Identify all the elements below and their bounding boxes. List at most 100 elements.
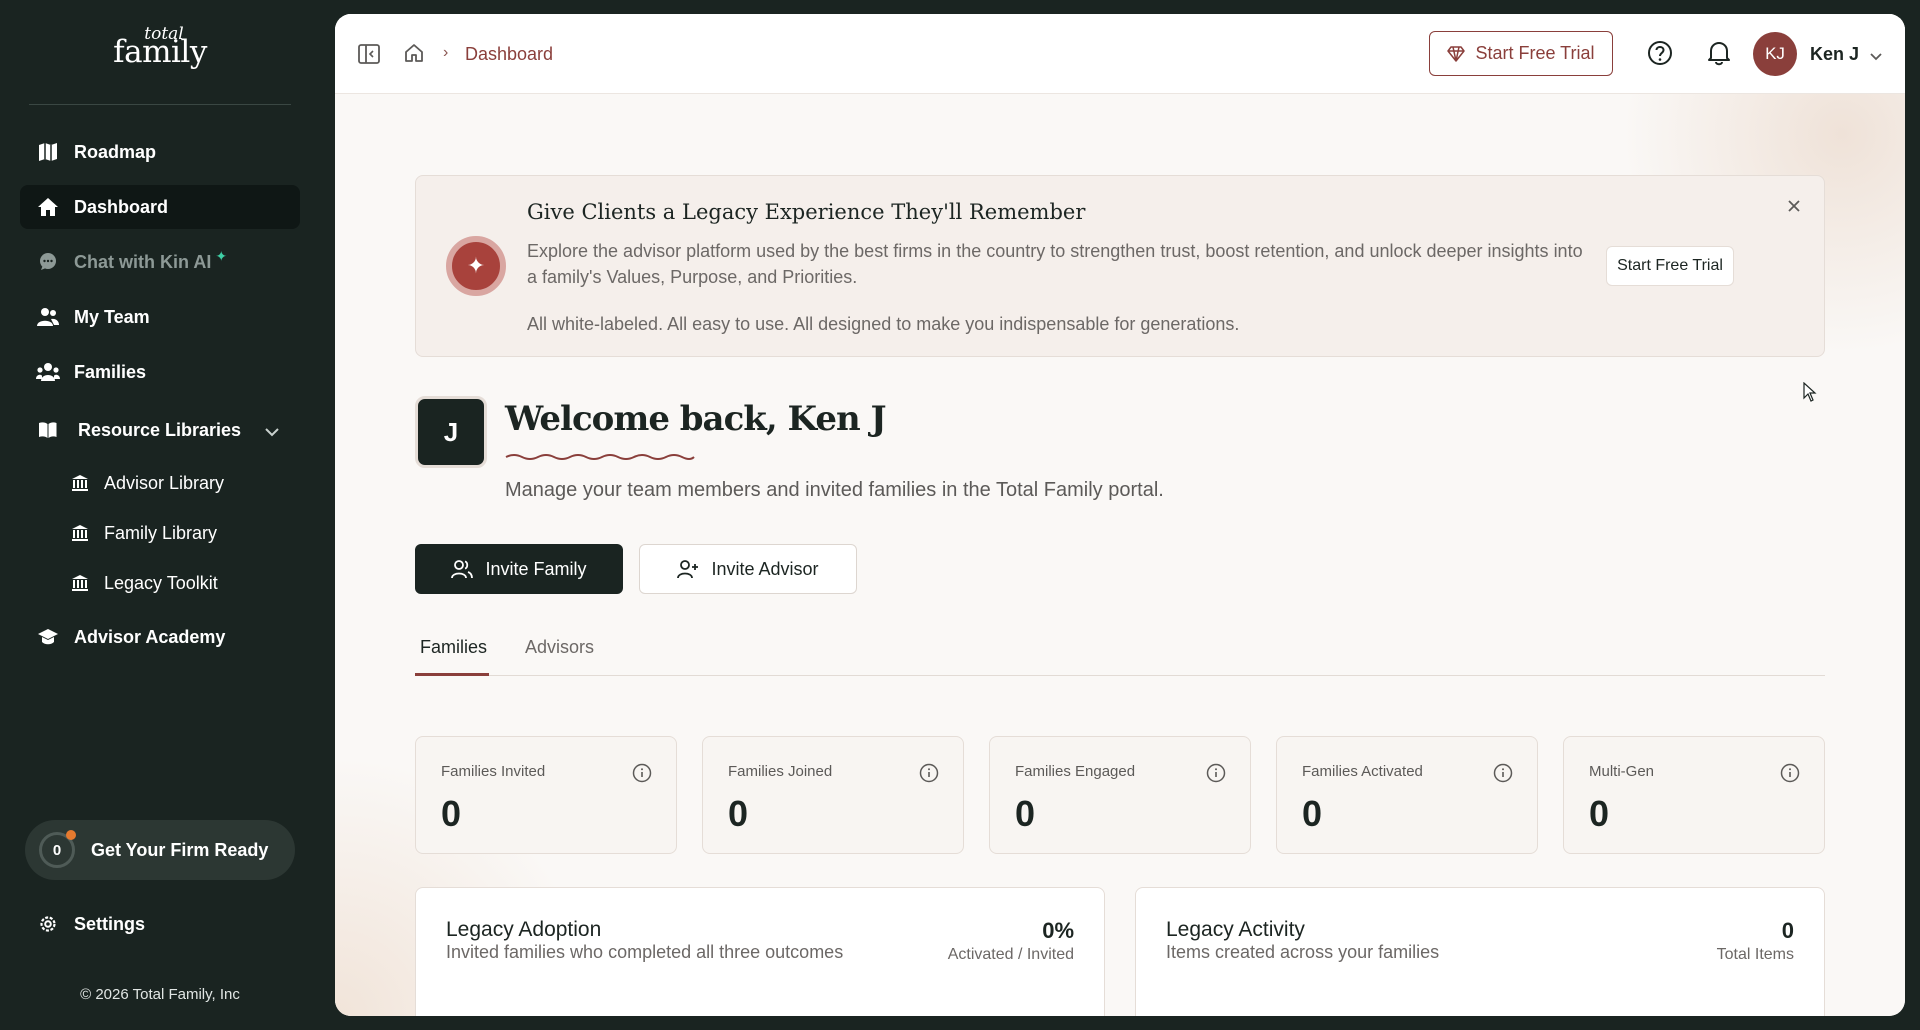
firm-ready-count: 0	[52, 841, 62, 859]
stat-value: 0	[1015, 793, 1036, 834]
card-subtitle: Items created across your families	[1166, 942, 1440, 962]
legacy-adoption-card: Legacy Adoption Invited families who com…	[415, 887, 1105, 1016]
stat-card-families-invited: Families Invited 0	[415, 736, 677, 854]
copyright-text: © 2026 Total Family, Inc	[80, 986, 240, 1003]
page-title: Welcome back, Ken J	[505, 399, 887, 439]
sidebar-item-legacy-toolkit[interactable]: Legacy Toolkit	[52, 561, 292, 605]
notification-dot	[66, 830, 76, 840]
diamond-icon	[1447, 45, 1466, 62]
sidebar-item-label: Legacy Toolkit	[104, 572, 218, 593]
info-icon[interactable]	[1780, 763, 1800, 788]
sparkle-badge-icon: ✦	[446, 236, 506, 296]
sidebar-item-my-team[interactable]: My Team	[20, 295, 300, 339]
banner-start-free-trial-button[interactable]: Start Free Trial	[1606, 246, 1734, 286]
mouse-cursor-icon	[1803, 381, 1817, 407]
tab-advisors[interactable]: Advisors	[525, 637, 594, 658]
user-plus-icon	[677, 559, 699, 579]
info-icon[interactable]	[632, 763, 652, 788]
sidebar-item-dashboard[interactable]: Dashboard	[20, 185, 300, 229]
help-icon[interactable]	[1647, 40, 1673, 71]
stat-label: Families Invited	[441, 763, 546, 780]
legacy-activity-card: Legacy Activity Items created across you…	[1135, 887, 1825, 1016]
sidebar-item-label: Families	[74, 361, 147, 382]
stat-label: Families Activated	[1302, 763, 1423, 780]
stat-label: Families Joined	[728, 763, 833, 780]
home-icon	[36, 195, 60, 219]
map-icon	[36, 140, 60, 164]
tabs-divider	[415, 675, 1825, 676]
get-firm-ready-button[interactable]: 0 Get Your Firm Ready	[25, 820, 295, 880]
home-icon[interactable]	[403, 42, 425, 69]
chevron-down-icon[interactable]	[264, 421, 280, 442]
library-icon	[68, 471, 92, 495]
sidebar-item-label: Advisor Academy	[74, 626, 226, 647]
main-background	[335, 14, 1905, 1016]
logo[interactable]: total family	[0, 26, 320, 68]
invite-family-button[interactable]: Invite Family	[415, 544, 623, 594]
firm-ready-label: Get Your Firm Ready	[91, 839, 269, 860]
card-caption: Activated / Invited	[947, 946, 1074, 963]
card-value: 0	[1781, 918, 1794, 943]
sidebar-item-settings[interactable]: Settings	[20, 902, 300, 946]
firm-avatar-letter: J	[443, 416, 459, 447]
user-name[interactable]: Ken J	[1810, 44, 1859, 65]
sidebar-item-label: Settings	[74, 913, 146, 934]
stat-card-families-joined: Families Joined 0	[702, 736, 964, 854]
card-caption: Total Items	[1716, 946, 1794, 963]
card-subtitle: Invited families who completed all three…	[446, 942, 844, 962]
info-icon[interactable]	[919, 763, 939, 788]
sidebar-item-label: Advisor Library	[104, 472, 225, 493]
sidebar-item-label: Chat with Kin AI	[74, 251, 212, 272]
tab-families[interactable]: Families	[420, 637, 487, 658]
start-free-trial-button[interactable]: Start Free Trial	[1429, 31, 1613, 76]
info-icon[interactable]	[1206, 763, 1226, 788]
sidebar-item-label: Family Library	[104, 522, 218, 543]
banner-tagline: All white-labeled. All easy to use. All …	[527, 314, 1240, 334]
graduation-cap-icon	[36, 625, 60, 649]
stat-card-multi-gen: Multi-Gen 0	[1563, 736, 1825, 854]
sidebar-toggle-icon[interactable]	[357, 42, 381, 71]
breadcrumb-chevron-icon: ›	[443, 44, 449, 61]
stat-label: Families Engaged	[1015, 763, 1136, 780]
gear-icon	[36, 912, 60, 936]
invite-family-label: Invite Family	[485, 558, 587, 579]
sidebar-item-chat-kin-ai[interactable]: Chat with Kin AI ✦	[20, 240, 300, 284]
main-panel: › Dashboard Start Free Trial KJ Ken J ✦ …	[335, 14, 1905, 1016]
breadcrumb-current[interactable]: Dashboard	[465, 44, 553, 65]
stat-value: 0	[1589, 793, 1610, 834]
bell-icon[interactable]	[1707, 40, 1731, 71]
logo-bottom-text: family	[113, 34, 207, 70]
banner-title: Give Clients a Legacy Experience They'll…	[527, 200, 1086, 224]
stat-value: 0	[1302, 793, 1323, 834]
sidebar-item-label: Dashboard	[74, 196, 169, 217]
card-title: Legacy Activity	[1166, 918, 1305, 941]
info-icon[interactable]	[1493, 763, 1513, 788]
library-icon	[68, 521, 92, 545]
start-free-trial-label: Start Free Trial	[1475, 43, 1595, 63]
progress-ring: 0	[39, 830, 76, 868]
sidebar-item-family-library[interactable]: Family Library	[52, 511, 292, 555]
sidebar-item-families[interactable]: Families	[20, 350, 300, 394]
invite-advisor-button[interactable]: Invite Advisor	[639, 544, 857, 594]
sidebar-item-roadmap[interactable]: Roadmap	[20, 130, 300, 174]
stat-card-families-activated: Families Activated 0	[1276, 736, 1538, 854]
promo-banner: ✦ Give Clients a Legacy Experience They'…	[415, 175, 1825, 357]
sidebar-item-label: Roadmap	[74, 141, 157, 162]
card-title: Legacy Adoption	[446, 918, 602, 941]
chevron-down-icon[interactable]	[1869, 48, 1883, 66]
users-icon	[451, 559, 474, 579]
close-icon[interactable]	[1786, 198, 1802, 219]
chat-icon	[36, 250, 60, 274]
sparkle-icon: ✦	[215, 247, 228, 264]
firm-avatar: J	[415, 396, 487, 468]
sidebar-item-advisor-library[interactable]: Advisor Library	[52, 461, 292, 505]
stat-value: 0	[441, 793, 462, 834]
stat-value: 0	[728, 793, 749, 834]
topbar: › Dashboard Start Free Trial KJ Ken J	[335, 14, 1905, 94]
sidebar-item-advisor-academy[interactable]: Advisor Academy	[20, 615, 300, 659]
card-value: 0%	[1042, 918, 1074, 943]
user-avatar[interactable]: KJ	[1753, 32, 1797, 76]
decorative-squiggle	[505, 449, 695, 467]
sidebar-item-resource-libraries[interactable]: Resource Libraries	[20, 408, 300, 452]
banner-text: Explore the advisor platform used by the…	[527, 241, 1583, 287]
